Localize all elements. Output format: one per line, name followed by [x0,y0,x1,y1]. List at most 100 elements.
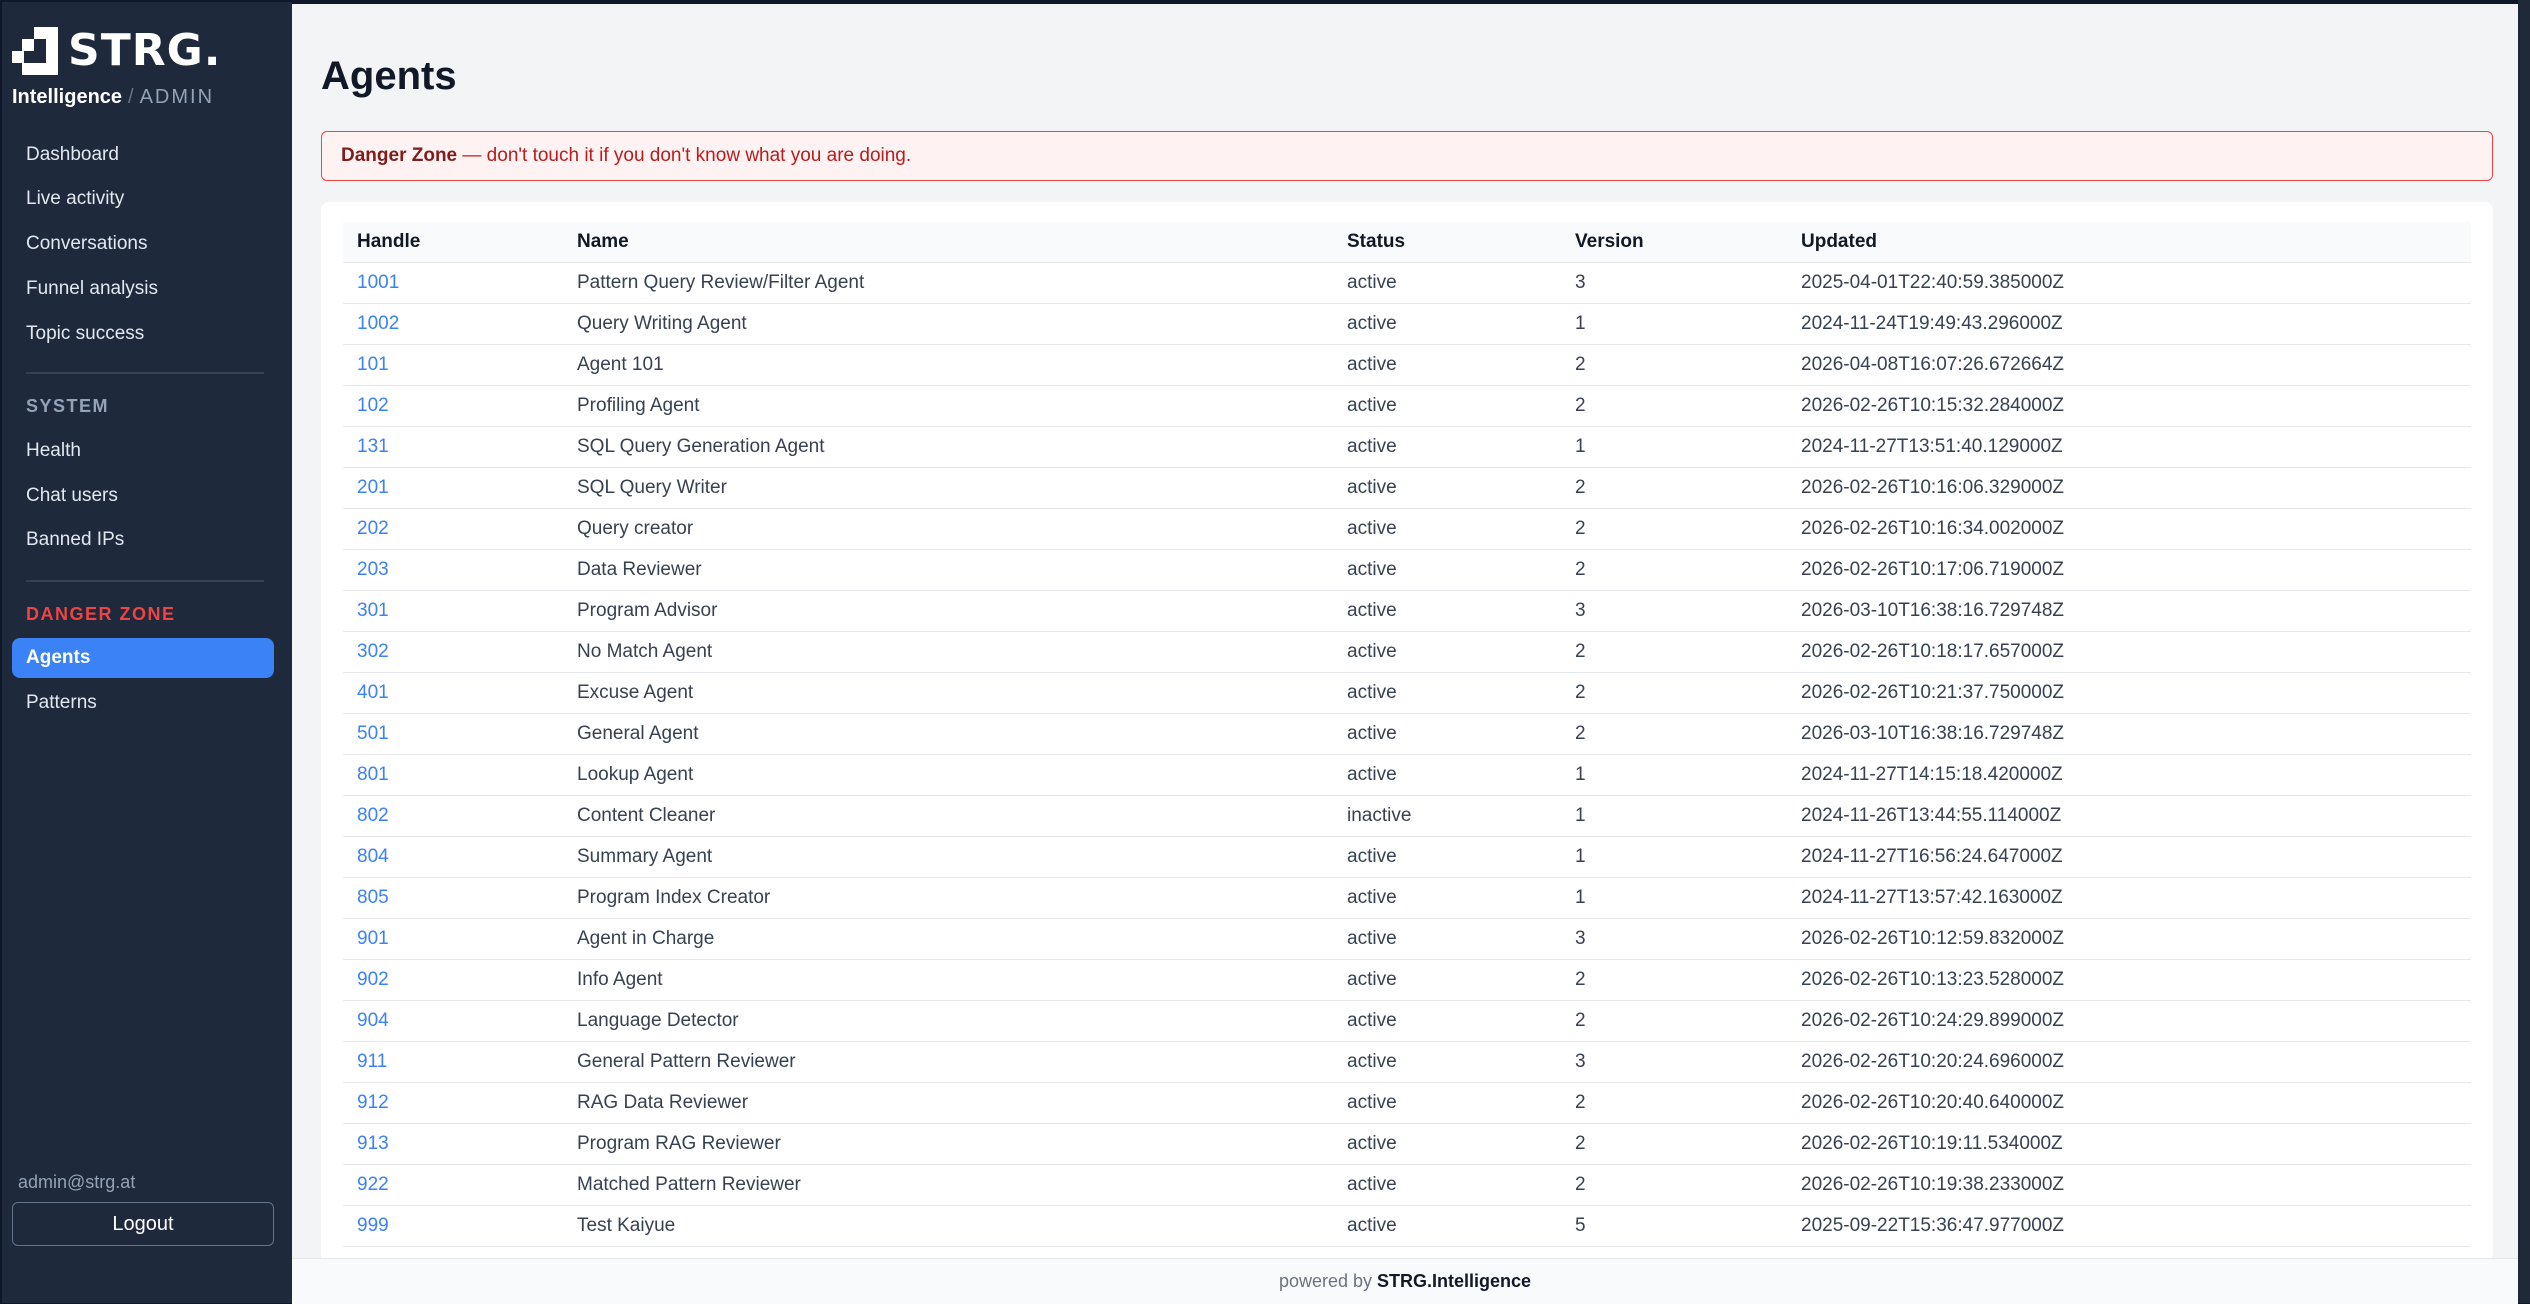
brand-logo[interactable]: STRG. [12,26,221,76]
agent-handle-link[interactable]: 904 [357,1010,389,1031]
nav-item-dashboard[interactable]: Dashboard [12,135,274,175]
agent-handle-link[interactable]: 922 [357,1174,389,1195]
agent-name: Excuse Agent [577,682,694,703]
agent-status: active [1347,969,1397,990]
table-row: 902 Info Agent active 2 2026-02-26T10:13:23.… [343,959,2471,1001]
agent-handle-link[interactable]: 302 [357,641,389,662]
table-cell-handle: 501 [343,713,563,755]
logout-button[interactable]: Logout [12,1202,274,1246]
nav-item-topic-success[interactable]: Topic success [12,314,274,354]
table-cell-handle: 131 [343,426,563,468]
table-row: 913 Program RAG Reviewer active 2 2026-02-26… [343,1123,2471,1165]
column-header-handle: Handle [343,222,563,263]
agent-handle-link[interactable]: 401 [357,682,389,703]
agent-handle-link[interactable]: 901 [357,928,389,949]
agent-handle-link[interactable]: 902 [357,969,389,990]
table-cell-updated: 2026-04-08T16:07:26.672664Z [1787,344,2471,386]
table-cell-name: Language Detector [563,1000,1333,1042]
table-cell-handle: 902 [343,959,563,1001]
agent-name: General Pattern Reviewer [577,1051,796,1072]
agent-updated: 2026-02-26T10:24:29.899000Z [1801,1010,2065,1031]
table-cell-updated: 2024-11-24T19:49:43.296000Z [1787,303,2471,345]
agent-updated: 2024-11-27T13:51:40.129000Z [1801,436,2063,457]
user-email: admin@strg.at [18,1172,136,1192]
table-cell-status: active [1333,385,1561,427]
nav-item-banned-ips[interactable]: Banned IPs [12,520,274,560]
agent-handle-link[interactable]: 501 [357,723,389,744]
agent-version: 2 [1575,969,1586,990]
page-scrollbar[interactable] [2518,0,2530,1303]
danger-zone-alert: Danger Zone — don't touch it if you don'… [321,131,2493,181]
table-cell-updated: 2026-02-26T10:16:06.329000Z [1787,467,2471,509]
agent-handle-link[interactable]: 131 [357,436,389,457]
agent-handle-link[interactable]: 202 [357,518,389,539]
agent-handle-link[interactable]: 1002 [357,313,399,334]
nav-item-chat-users[interactable]: Chat users [12,476,274,516]
table-cell-status: active [1333,631,1561,673]
agent-name: SQL Query Writer [577,477,727,498]
table-row: 801 Lookup Agent active 1 2024-11-27T14:15:1… [343,754,2471,796]
nav-item-health[interactable]: Health [12,431,274,471]
agent-status: active [1347,354,1397,375]
agent-name: Content Cleaner [577,805,716,826]
table-cell-name: SQL Query Generation Agent [563,426,1333,468]
table-cell-updated: 2026-02-26T10:19:38.233000Z [1787,1164,2471,1206]
table-cell-updated: 2026-02-26T10:19:11.534000Z [1787,1123,2471,1165]
agent-updated: 2026-02-26T10:20:40.640000Z [1801,1092,2065,1113]
table-cell-version: 1 [1561,426,1787,468]
table-cell-updated: 2024-11-27T14:15:18.420000Z [1787,754,2471,796]
agent-status: active [1347,1010,1397,1031]
agent-status: active [1347,313,1397,334]
agent-handle-link[interactable]: 201 [357,477,389,498]
table-cell-version: 1 [1561,303,1787,345]
table-row: 912 RAG Data Reviewer active 2 2026-02-26T10… [343,1082,2471,1124]
agent-updated: 2026-02-26T10:18:17.657000Z [1801,641,2065,662]
agent-handle-link[interactable]: 801 [357,764,389,785]
table-cell-handle: 1001 [343,262,563,304]
nav-item-patterns[interactable]: Patterns [12,683,274,723]
table-cell-name: Program Index Creator [563,877,1333,919]
table-cell-updated: 2025-09-22T15:36:47.977000Z [1787,1205,2471,1247]
agent-handle-link[interactable]: 805 [357,887,389,908]
table-row: 101 Agent 101 active 2 2026-04-08T16:07:26.6… [343,344,2471,386]
agent-updated: 2026-02-26T10:15:32.284000Z [1801,395,2065,416]
table-cell-version: 2 [1561,1000,1787,1042]
nav-item-funnel-analysis[interactable]: Funnel analysis [12,269,274,309]
sidebar: STRG. Intelligence / ADMIN Dashboard Live … [2,2,292,1303]
agent-handle-link[interactable]: 102 [357,395,389,416]
table-cell-status: active [1333,508,1561,550]
agent-version: 2 [1575,477,1586,498]
table-row: 203 Data Reviewer active 2 2026-02-26T10:17:… [343,549,2471,591]
table-cell-status: active [1333,1082,1561,1124]
agent-handle-link[interactable]: 802 [357,805,389,826]
agent-updated: 2025-09-22T15:36:47.977000Z [1801,1215,2065,1236]
agent-version: 1 [1575,313,1586,334]
agent-handle-link[interactable]: 101 [357,354,389,375]
agent-version: 5 [1575,1215,1586,1236]
agent-updated: 2026-03-10T16:38:16.729748Z [1801,723,2065,744]
table-cell-version: 1 [1561,877,1787,919]
agent-handle-link[interactable]: 912 [357,1092,389,1113]
agent-handle-link[interactable]: 301 [357,600,389,621]
table-cell-name: Summary Agent [563,836,1333,878]
agent-updated: 2025-04-01T22:40:59.385000Z [1801,272,2065,293]
table-cell-version: 2 [1561,344,1787,386]
agent-handle-link[interactable]: 804 [357,846,389,867]
table-cell-status: active [1333,1123,1561,1165]
app-window: STRG. Intelligence / ADMIN Dashboard Live … [0,0,2530,1304]
agent-version: 3 [1575,1051,1586,1072]
table-cell-status: active [1333,467,1561,509]
table-cell-handle: 201 [343,467,563,509]
nav-item-conversations[interactable]: Conversations [12,224,274,264]
agent-name: SQL Query Generation Agent [577,436,825,457]
agent-handle-link[interactable]: 203 [357,559,389,580]
agent-name: Query creator [577,518,694,539]
table-cell-name: Test Kaiyue [563,1205,1333,1247]
agent-handle-link[interactable]: 911 [357,1051,387,1072]
agent-handle-link[interactable]: 913 [357,1133,389,1154]
agent-handle-link[interactable]: 1001 [357,272,399,293]
agent-status: active [1347,1215,1397,1236]
agent-handle-link[interactable]: 999 [357,1215,389,1236]
nav-item-agents[interactable]: Agents [12,638,274,678]
nav-item-live-activity[interactable]: Live activity [12,179,274,219]
